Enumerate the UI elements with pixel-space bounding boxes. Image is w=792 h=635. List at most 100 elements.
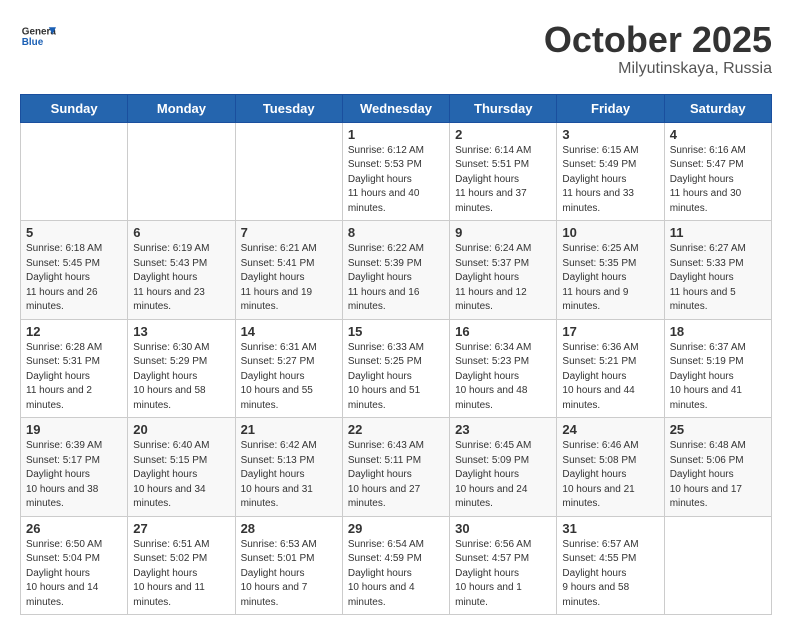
day-number: 9 [455, 225, 551, 240]
calendar-cell: 12 Sunrise: 6:28 AMSunset: 5:31 PMDayligh… [21, 319, 128, 418]
page-header: General Blue October 2025 Milyutinskaya,… [20, 20, 772, 78]
calendar-cell: 8Sunrise: 6:22 AMSunset: 5:39 PMDaylight… [342, 221, 449, 320]
day-info: Sunrise: 6:28 AMSunset: 5:31 PMDaylight … [26, 341, 122, 414]
day-number: 24 [562, 422, 658, 437]
day-info: Sunrise: 6:30 AMSunset: 5:29 PMDaylight … [133, 341, 229, 414]
day-info: Sunrise: 6:45 AMSunset: 5:09 PMDaylight … [455, 439, 551, 512]
calendar-cell: 6 Sunrise: 6:19 AMSunset: 5:43 PMDaylight… [128, 221, 235, 320]
calendar-cell: 3 Sunrise: 6:15 AMSunset: 5:49 PMDaylight… [557, 122, 664, 221]
day-info: Sunrise: 6:51 AMSunset: 5:02 PMDaylight … [133, 538, 229, 611]
calendar-cell: 4Sunrise: 6:16 AMSunset: 5:47 PMDaylight… [664, 122, 771, 221]
weekday-header-thursday: Thursday [450, 94, 557, 122]
calendar-cell: 29 Sunrise: 6:54 AMSunset: 4:59 PMDayligh… [342, 516, 449, 615]
calendar-cell: 31 Sunrise: 6:57 AMSunset: 4:55 PMDayligh… [557, 516, 664, 615]
day-number: 17 [562, 324, 658, 339]
weekday-header-saturday: Saturday [664, 94, 771, 122]
day-info: Sunrise: 6:56 AMSunset: 4:57 PMDaylight … [455, 538, 551, 611]
day-info: Sunrise: 6:14 AMSunset: 5:51 PMDaylight … [455, 144, 551, 217]
day-number: 8 [348, 225, 444, 240]
day-number: 23 [455, 422, 551, 437]
calendar-week-row: 19 Sunrise: 6:39 AMSunset: 5:17 PMDayligh… [21, 418, 772, 517]
day-number: 31 [562, 521, 658, 536]
title-block: October 2025 Milyutinskaya, Russia [544, 20, 772, 78]
day-info: Sunrise: 6:36 AMSunset: 5:21 PMDaylight … [562, 341, 658, 414]
month-title: October 2025 [544, 20, 772, 60]
day-info: Sunrise: 6:16 AMSunset: 5:47 PMDaylight … [670, 144, 766, 217]
calendar-cell: 17 Sunrise: 6:36 AMSunset: 5:21 PMDayligh… [557, 319, 664, 418]
day-info: Sunrise: 6:39 AMSunset: 5:17 PMDaylight … [26, 439, 122, 512]
calendar-cell: 2 Sunrise: 6:14 AMSunset: 5:51 PMDaylight… [450, 122, 557, 221]
day-number: 25 [670, 422, 766, 437]
calendar-week-row: 1Sunrise: 6:12 AMSunset: 5:53 PMDaylight… [21, 122, 772, 221]
calendar-cell: 7 Sunrise: 6:21 AMSunset: 5:41 PMDaylight… [235, 221, 342, 320]
day-info: Sunrise: 6:54 AMSunset: 4:59 PMDaylight … [348, 538, 444, 611]
day-number: 3 [562, 127, 658, 142]
calendar-cell: 25 Sunrise: 6:48 AMSunset: 5:06 PMDayligh… [664, 418, 771, 517]
calendar-cell [21, 122, 128, 221]
day-info: Sunrise: 6:31 AMSunset: 5:27 PMDaylight … [241, 341, 337, 414]
day-info: Sunrise: 6:19 AMSunset: 5:43 PMDaylight … [133, 242, 229, 315]
calendar-cell: 11Sunrise: 6:27 AMSunset: 5:33 PMDayligh… [664, 221, 771, 320]
day-number: 7 [241, 225, 337, 240]
day-number: 27 [133, 521, 229, 536]
day-info: Sunrise: 6:40 AMSunset: 5:15 PMDaylight … [133, 439, 229, 512]
calendar-cell: 22Sunrise: 6:43 AMSunset: 5:11 PMDayligh… [342, 418, 449, 517]
day-number: 21 [241, 422, 337, 437]
day-number: 1 [348, 127, 444, 142]
day-info: Sunrise: 6:34 AMSunset: 5:23 PMDaylight … [455, 341, 551, 414]
calendar-cell: 23 Sunrise: 6:45 AMSunset: 5:09 PMDayligh… [450, 418, 557, 517]
day-info: Sunrise: 6:27 AMSunset: 5:33 PMDaylight … [670, 242, 766, 315]
weekday-header-sunday: Sunday [21, 94, 128, 122]
calendar-table: SundayMondayTuesdayWednesdayThursdayFrid… [20, 94, 772, 616]
day-number: 6 [133, 225, 229, 240]
day-number: 20 [133, 422, 229, 437]
location: Milyutinskaya, Russia [544, 60, 772, 78]
calendar-cell: 18 Sunrise: 6:37 AMSunset: 5:19 PMDayligh… [664, 319, 771, 418]
day-number: 13 [133, 324, 229, 339]
logo-icon: General Blue [20, 20, 56, 56]
day-info: Sunrise: 6:42 AMSunset: 5:13 PMDaylight … [241, 439, 337, 512]
calendar-cell: 30 Sunrise: 6:56 AMSunset: 4:57 PMDayligh… [450, 516, 557, 615]
calendar-cell: 28 Sunrise: 6:53 AMSunset: 5:01 PMDayligh… [235, 516, 342, 615]
calendar-cell: 24 Sunrise: 6:46 AMSunset: 5:08 PMDayligh… [557, 418, 664, 517]
calendar-cell: 5Sunrise: 6:18 AMSunset: 5:45 PMDaylight… [21, 221, 128, 320]
calendar-cell: 9 Sunrise: 6:24 AMSunset: 5:37 PMDaylight… [450, 221, 557, 320]
calendar-week-row: 5Sunrise: 6:18 AMSunset: 5:45 PMDaylight… [21, 221, 772, 320]
calendar-week-row: 12 Sunrise: 6:28 AMSunset: 5:31 PMDayligh… [21, 319, 772, 418]
day-info: Sunrise: 6:21 AMSunset: 5:41 PMDaylight … [241, 242, 337, 315]
day-info: Sunrise: 6:57 AMSunset: 4:55 PMDaylight … [562, 538, 658, 611]
calendar-cell: 14Sunrise: 6:31 AMSunset: 5:27 PMDayligh… [235, 319, 342, 418]
calendar-cell: 1Sunrise: 6:12 AMSunset: 5:53 PMDaylight… [342, 122, 449, 221]
day-number: 29 [348, 521, 444, 536]
day-number: 30 [455, 521, 551, 536]
day-number: 12 [26, 324, 122, 339]
day-info: Sunrise: 6:37 AMSunset: 5:19 PMDaylight … [670, 341, 766, 414]
day-info: Sunrise: 6:46 AMSunset: 5:08 PMDaylight … [562, 439, 658, 512]
day-number: 15 [348, 324, 444, 339]
calendar-cell: 16 Sunrise: 6:34 AMSunset: 5:23 PMDayligh… [450, 319, 557, 418]
day-number: 19 [26, 422, 122, 437]
day-number: 2 [455, 127, 551, 142]
day-info: Sunrise: 6:53 AMSunset: 5:01 PMDaylight … [241, 538, 337, 611]
day-number: 18 [670, 324, 766, 339]
weekday-header-monday: Monday [128, 94, 235, 122]
day-info: Sunrise: 6:25 AMSunset: 5:35 PMDaylight … [562, 242, 658, 315]
day-number: 28 [241, 521, 337, 536]
calendar-cell: 15Sunrise: 6:33 AMSunset: 5:25 PMDayligh… [342, 319, 449, 418]
calendar-cell [235, 122, 342, 221]
day-info: Sunrise: 6:24 AMSunset: 5:37 PMDaylight … [455, 242, 551, 315]
calendar-cell [128, 122, 235, 221]
svg-text:Blue: Blue [22, 37, 44, 48]
calendar-header-row: SundayMondayTuesdayWednesdayThursdayFrid… [21, 94, 772, 122]
logo: General Blue [20, 20, 56, 56]
calendar-cell: 13 Sunrise: 6:30 AMSunset: 5:29 PMDayligh… [128, 319, 235, 418]
day-number: 16 [455, 324, 551, 339]
day-info: Sunrise: 6:15 AMSunset: 5:49 PMDaylight … [562, 144, 658, 217]
calendar-cell: 19 Sunrise: 6:39 AMSunset: 5:17 PMDayligh… [21, 418, 128, 517]
weekday-header-tuesday: Tuesday [235, 94, 342, 122]
day-number: 26 [26, 521, 122, 536]
calendar-cell: 27 Sunrise: 6:51 AMSunset: 5:02 PMDayligh… [128, 516, 235, 615]
weekday-header-wednesday: Wednesday [342, 94, 449, 122]
day-info: Sunrise: 6:48 AMSunset: 5:06 PMDaylight … [670, 439, 766, 512]
calendar-cell [664, 516, 771, 615]
